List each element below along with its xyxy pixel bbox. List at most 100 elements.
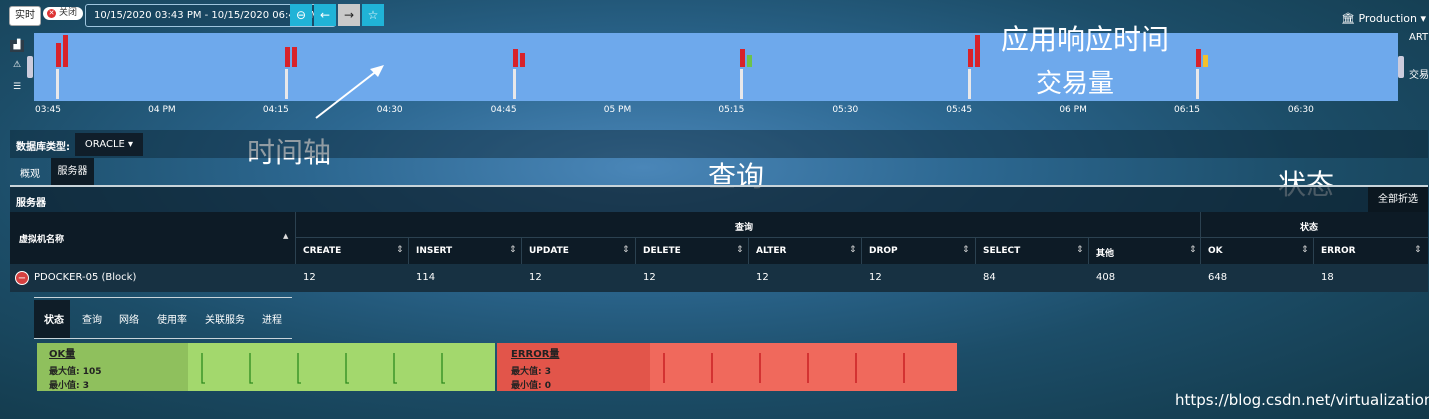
realtime-toggle[interactable]: ✕ 关闭 bbox=[43, 7, 84, 20]
volume-bar bbox=[1196, 69, 1199, 99]
db-type-label: 数据库类型: bbox=[16, 142, 70, 153]
timeline-right-handle[interactable] bbox=[1398, 56, 1404, 78]
detail-tab[interactable]: 使用率 bbox=[157, 311, 187, 326]
chart-icon[interactable]: ▟ bbox=[10, 40, 24, 52]
table-cell: 12 bbox=[756, 272, 769, 283]
back-button[interactable]: ← bbox=[314, 4, 336, 26]
ok-title[interactable]: OK量 bbox=[49, 345, 75, 360]
error-min: 最小值: 0 bbox=[511, 381, 551, 391]
sort-icon[interactable]: ⇕ bbox=[962, 245, 970, 255]
error-title[interactable]: ERROR量 bbox=[511, 345, 559, 360]
realtime-button[interactable]: 实时 bbox=[9, 6, 41, 26]
warning-icon[interactable]: ⚠ bbox=[10, 60, 24, 72]
forward-button[interactable]: → bbox=[338, 4, 360, 26]
error-panel: ERROR量 最大值: 3 最小值: 0 bbox=[497, 343, 957, 391]
db-type-select[interactable]: ORACLE ▾ bbox=[75, 133, 143, 156]
chevron-down-icon: ▾ bbox=[128, 139, 134, 150]
bank-icon: 🏛 bbox=[1341, 12, 1355, 25]
table-cell: 648 bbox=[1208, 272, 1228, 283]
column-header[interactable]: CREATE bbox=[303, 246, 341, 256]
sort-icon[interactable]: ⇕ bbox=[509, 245, 517, 255]
annotation-arrow bbox=[315, 65, 384, 119]
error-max: 最大值: 3 bbox=[511, 367, 551, 377]
sort-icon[interactable]: ⇕ bbox=[622, 245, 630, 255]
watermark: https://blog.csdn.net/virtualization_ bbox=[1175, 391, 1429, 409]
timeline-tick-label: 06:15 bbox=[1174, 105, 1200, 115]
column-header[interactable]: SELECT bbox=[983, 246, 1020, 256]
star-icon: ☆ bbox=[367, 8, 379, 22]
table-cell: 18 bbox=[1321, 272, 1334, 283]
column-header[interactable]: UPDATE bbox=[529, 246, 569, 256]
detail-tab[interactable]: 状态 bbox=[44, 311, 64, 326]
timeline-tick-label: 05:45 bbox=[946, 105, 973, 115]
error-bar bbox=[520, 53, 525, 67]
timeline-bars bbox=[56, 35, 1208, 99]
table-cell: 12 bbox=[529, 272, 542, 283]
timeline-tick-label: 05 PM bbox=[603, 105, 632, 115]
close-icon: ✕ bbox=[47, 9, 56, 18]
detail-tab-top-line bbox=[34, 297, 292, 298]
column-header[interactable]: DELETE bbox=[643, 246, 681, 256]
error-bar bbox=[63, 35, 68, 67]
query-group-header: 查询 bbox=[735, 223, 754, 233]
series-art-label: ART bbox=[1409, 32, 1429, 43]
vm-name-header[interactable]: 虚拟机名称 bbox=[19, 232, 64, 245]
detail-tab[interactable]: 关联服务 bbox=[205, 311, 245, 326]
table-cell: 12 bbox=[643, 272, 656, 283]
status-group-header: 状态 bbox=[1300, 223, 1319, 233]
detail-tab[interactable]: 网络 bbox=[119, 311, 139, 326]
volume-bar bbox=[513, 69, 516, 99]
section-header bbox=[10, 187, 1428, 212]
table-cell: 114 bbox=[416, 272, 436, 283]
sort-icon[interactable]: ⇕ bbox=[1076, 245, 1084, 255]
detail-tab[interactable]: 进程 bbox=[262, 311, 282, 326]
error-bar bbox=[975, 35, 980, 67]
timeline-tick-label: 04 PM bbox=[148, 105, 176, 115]
zoom-out-button[interactable]: ⊖ bbox=[290, 4, 312, 26]
column-header[interactable]: DROP bbox=[869, 246, 898, 256]
timeline-left-handle[interactable] bbox=[27, 56, 33, 78]
timeline-tick-label: 04:45 bbox=[490, 105, 517, 115]
column-header[interactable]: OK bbox=[1208, 246, 1223, 256]
list-icon[interactable]: ☰ bbox=[10, 82, 24, 94]
sort-icon[interactable]: ⇕ bbox=[1301, 245, 1309, 255]
favorite-button[interactable]: ☆ bbox=[362, 4, 384, 26]
sort-up-icon[interactable]: ▲ bbox=[283, 232, 288, 240]
error-bar bbox=[285, 47, 290, 67]
volume-bar bbox=[740, 69, 743, 99]
tab-overview[interactable]: 概观 bbox=[20, 165, 40, 180]
annotation-tx-volume: 交易量 bbox=[1036, 69, 1115, 99]
ok-sparkline bbox=[201, 353, 445, 384]
column-header[interactable]: INSERT bbox=[416, 246, 452, 256]
error-bar bbox=[968, 49, 973, 67]
arrow-right-icon: → bbox=[343, 8, 355, 22]
sort-icon[interactable]: ⇕ bbox=[396, 245, 404, 255]
filter-all-button[interactable]: 全部折选 bbox=[1368, 187, 1428, 212]
column-header[interactable]: ALTER bbox=[756, 246, 786, 256]
tab-server[interactable]: 服务器 bbox=[51, 158, 94, 185]
column-header[interactable]: ERROR bbox=[1321, 246, 1356, 256]
error-bar bbox=[513, 49, 518, 67]
sort-icon[interactable]: ⇕ bbox=[1189, 245, 1197, 255]
sort-icon[interactable]: ⇕ bbox=[849, 245, 857, 255]
detail-tab[interactable]: 查询 bbox=[82, 311, 102, 326]
environment-selector[interactable]: 🏛 Production ▾ bbox=[1341, 12, 1426, 25]
time-range-label: 10/15/2020 03:43 PM - 10/15/2020 06:43 P… bbox=[94, 10, 319, 21]
timeline-tick-label: 05:15 bbox=[718, 105, 745, 115]
filter-bar bbox=[10, 130, 1428, 158]
volume-bar bbox=[968, 69, 971, 99]
chevron-down-icon: ▾ bbox=[1420, 12, 1427, 25]
sort-icon[interactable]: ⇕ bbox=[1414, 245, 1422, 255]
error-bar bbox=[1196, 49, 1201, 67]
zoom-icon: ⊖ bbox=[295, 8, 307, 22]
series-tx-label: 交易 bbox=[1409, 70, 1429, 81]
collapse-icon[interactable]: − bbox=[15, 271, 29, 285]
annotation-response-time: 应用响应时间 bbox=[1001, 23, 1170, 56]
column-header[interactable]: 其他 bbox=[1096, 246, 1114, 259]
detail-tab-underline bbox=[34, 338, 292, 339]
table-header bbox=[10, 212, 1428, 264]
sort-icon[interactable]: ⇕ bbox=[736, 245, 744, 255]
error-bar bbox=[56, 43, 61, 67]
timeline-chart[interactable] bbox=[34, 33, 1398, 101]
vm-name[interactable]: PDOCKER-05 (Block) bbox=[34, 272, 136, 283]
